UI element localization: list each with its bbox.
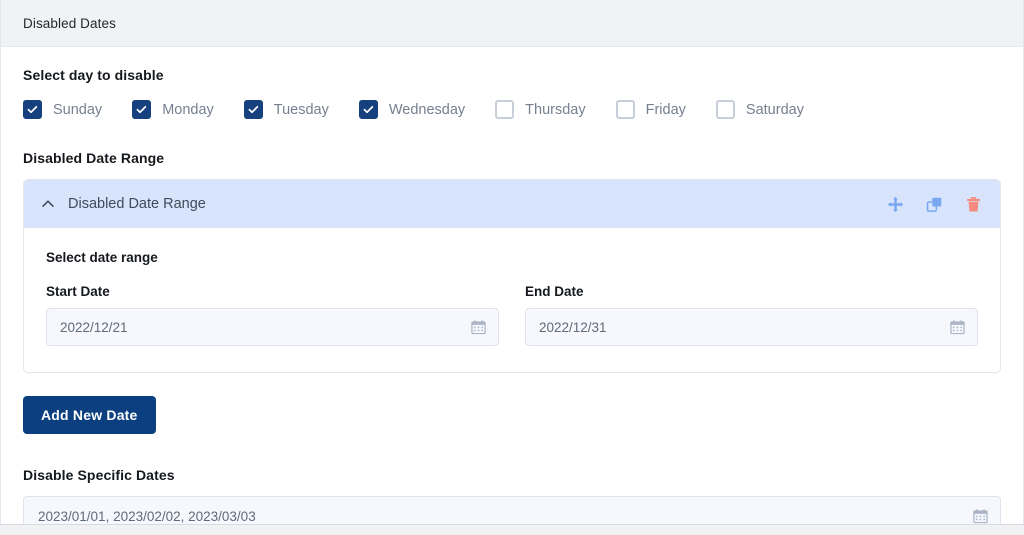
day-label: Thursday (525, 101, 586, 118)
disable-specific-dates-label: Disable Specific Dates (23, 467, 175, 483)
day-label: Friday (645, 101, 686, 118)
card-header-actions (887, 196, 982, 213)
day-checkbox-monday[interactable]: Monday (132, 100, 214, 119)
end-date-label: End Date (525, 284, 584, 299)
checkbox-checked-icon[interactable] (23, 100, 42, 119)
checkbox-unchecked-icon[interactable] (715, 100, 735, 119)
start-date-label: Start Date (46, 284, 110, 299)
move-icon[interactable] (887, 196, 904, 213)
duplicate-icon[interactable] (926, 196, 943, 213)
select-day-label: Select day to disable (23, 67, 164, 83)
end-date-field: End Date (525, 284, 978, 346)
checkbox-checked-icon[interactable] (132, 100, 152, 119)
day-label: Saturday (745, 101, 804, 118)
disabled-dates-panel: Disabled Dates Select day to disable Sun… (0, 0, 1024, 535)
panel-title: Disabled Dates (23, 15, 116, 31)
checkbox-checked-icon[interactable] (358, 100, 378, 119)
end-date-input-shell[interactable] (525, 308, 978, 346)
end-date-input[interactable] (526, 309, 977, 345)
day-checkbox-saturday[interactable]: Saturday (715, 100, 804, 119)
select-date-range-label: Select date range (46, 250, 158, 265)
add-new-date-button[interactable]: Add New Date (23, 396, 156, 434)
day-label: Sunday (53, 101, 103, 118)
card-header-title: Disabled Date Range (68, 196, 206, 212)
day-checkbox-sunday[interactable]: Sunday (23, 100, 102, 119)
checkbox-unchecked-icon[interactable] (495, 100, 515, 119)
panel-titlebar: Disabled Dates (1, 0, 1023, 47)
date-range-fields: Start Date 2022/12/21 End Date 2022/12/3… (46, 284, 978, 346)
start-date-field: Start Date (46, 284, 499, 346)
day-checkbox-group: Sunday Monday Tuesday Wednesday Thursday… (23, 100, 1001, 119)
day-checkbox-wednesday[interactable]: Wednesday (358, 100, 466, 119)
day-label: Tuesday (273, 101, 329, 118)
bottom-divider (0, 524, 1024, 535)
checkbox-checked-icon[interactable] (243, 100, 263, 119)
chevron-up-icon[interactable] (40, 196, 56, 212)
day-label: Wednesday (388, 101, 466, 118)
card-header[interactable]: Disabled Date Range (24, 180, 1000, 228)
card-body: Select date range Start Date 2022/12/21 … (24, 228, 1000, 372)
day-checkbox-tuesday[interactable]: Tuesday (243, 100, 329, 119)
day-checkbox-thursday[interactable]: Thursday (495, 100, 586, 119)
delete-icon[interactable] (965, 196, 982, 213)
start-date-input[interactable] (47, 309, 498, 345)
panel-body: Select day to disable Sunday Monday Tues… (1, 47, 1023, 535)
disabled-date-range-label: Disabled Date Range (23, 150, 165, 166)
start-date-input-shell[interactable] (46, 308, 499, 346)
disabled-date-range-card: Disabled Date Range Select date range St… (23, 179, 1001, 373)
day-checkbox-friday[interactable]: Friday (615, 100, 686, 119)
day-label: Monday (162, 101, 214, 118)
checkbox-unchecked-icon[interactable] (615, 100, 635, 119)
